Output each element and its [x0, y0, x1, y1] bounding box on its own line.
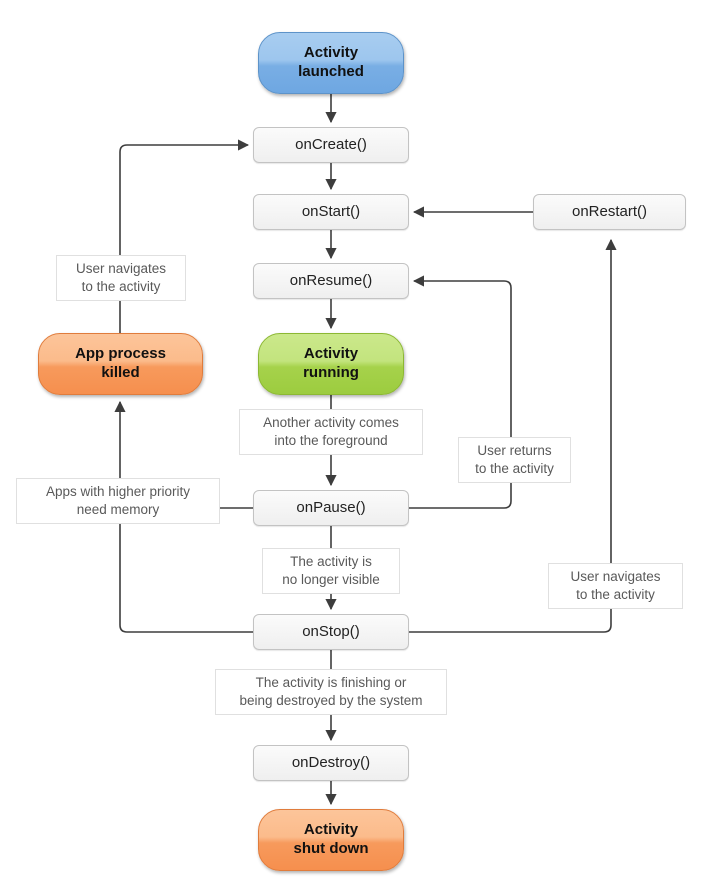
node-activity-shut-down: Activity shut down [258, 809, 404, 871]
edge-killed-to-create [119, 139, 250, 333]
node-on-stop: onStop() [253, 614, 409, 650]
node-app-process-killed: App process killed [38, 333, 203, 395]
activity-lifecycle-diagram: User navigates to the activity Another a… [0, 0, 706, 895]
node-on-start: onStart() [253, 194, 409, 230]
edge-label-user-navigates-right: User navigates to the activity [548, 563, 683, 609]
node-activity-launched: Activity launched [258, 32, 404, 94]
edge-label-user-navigates-left: User navigates to the activity [56, 255, 186, 301]
edge-label-user-returns: User returns to the activity [458, 437, 571, 483]
node-on-create: onCreate() [253, 127, 409, 163]
edge-label-apps-higher-priority: Apps with higher priority need memory [16, 478, 220, 524]
edge-label-no-longer-visible: The activity is no longer visible [262, 548, 400, 594]
node-on-resume: onResume() [253, 263, 409, 299]
node-on-restart: onRestart() [533, 194, 686, 230]
edge-label-finishing-destroyed: The activity is finishing or being destr… [215, 669, 447, 715]
edge-label-another-activity: Another activity comes into the foregrou… [239, 409, 423, 455]
node-on-destroy: onDestroy() [253, 745, 409, 781]
node-on-pause: onPause() [253, 490, 409, 526]
node-activity-running: Activity running [258, 333, 404, 395]
